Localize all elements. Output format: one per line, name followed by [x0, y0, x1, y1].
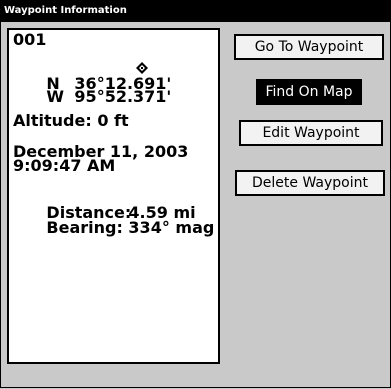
bearing-label: Bearing:	[46, 218, 123, 237]
window-title: Waypoint Information	[0, 0, 391, 22]
altitude: Altitude: 0 ft	[13, 111, 129, 130]
bearing-value: 334° mag	[128, 218, 215, 237]
waypoint-id: 001	[13, 30, 47, 49]
edit-waypoint-button[interactable]: Edit Waypoint	[239, 120, 383, 146]
bearing-row: Bearing: 334° mag	[13, 204, 214, 252]
go-to-waypoint-button[interactable]: Go To Waypoint	[234, 34, 384, 60]
delete-waypoint-button[interactable]: Delete Waypoint	[235, 170, 385, 196]
waypoint-diamond-icon	[136, 62, 148, 74]
waypoint-time: 9:09:47 AM	[13, 156, 116, 175]
longitude-value: 95°52.371'	[74, 87, 172, 106]
waypoint-info-panel: 001 N 36°12.691' W 95°52.371' Altitude: 0 …	[7, 28, 220, 364]
waypoint-information-dialog: Waypoint Information 001 N 36°12.691' W 95…	[0, 0, 391, 389]
longitude-hemisphere: W	[46, 87, 65, 106]
find-on-map-button[interactable]: Find On Map	[256, 79, 362, 105]
